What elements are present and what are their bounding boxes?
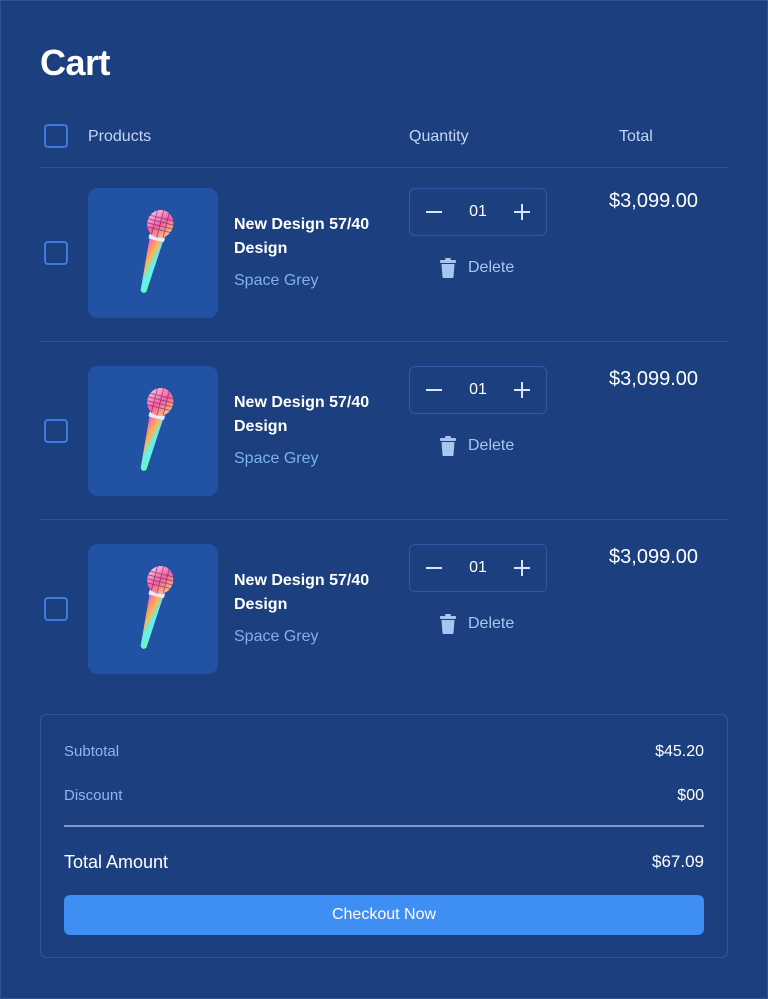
delete-item-button[interactable]: Delete — [440, 612, 514, 636]
cart-item-row: New Design 57/40 Design Space Grey 01 De… — [40, 524, 728, 698]
cart-item-row: New Design 57/40 Design Space Grey 01 De… — [40, 168, 728, 342]
products-column-header: Products — [88, 128, 152, 145]
quantity-stepper: 01 — [409, 188, 547, 236]
product-name[interactable]: New Design 57/40 Design — [234, 569, 404, 617]
delete-item-button[interactable]: Delete — [440, 256, 514, 280]
quantity-value[interactable]: 01 — [469, 559, 487, 577]
microphone-icon — [140, 565, 174, 649]
total-amount-label: Total Amount — [64, 852, 169, 872]
product-name[interactable]: New Design 57/40 Design — [234, 391, 404, 439]
total-column-header: Total — [619, 128, 653, 145]
trash-icon — [440, 436, 456, 456]
page-title: Cart — [40, 42, 111, 83]
item-total-price: $3,099.00 — [609, 368, 698, 390]
item-total-price: $3,099.00 — [609, 190, 698, 212]
increase-quantity-button[interactable] — [510, 378, 534, 402]
delete-label: Delete — [468, 615, 515, 632]
product-thumbnail — [88, 188, 218, 318]
order-summary: Subtotal $45.20 Discount $00 Total Amoun… — [40, 714, 728, 958]
plus-icon — [513, 204, 530, 220]
discount-label: Discount — [64, 787, 123, 804]
subtotal-label: Subtotal — [64, 743, 120, 760]
item-total-price: $3,099.00 — [609, 546, 698, 568]
summary-divider — [64, 825, 704, 827]
decrease-quantity-button[interactable] — [422, 200, 446, 224]
microphone-icon — [140, 387, 174, 471]
item-checkbox[interactable] — [44, 597, 68, 621]
decrease-quantity-button[interactable] — [422, 556, 446, 580]
cart-table-header: Products Quantity Total — [40, 116, 728, 168]
subtotal-value: $45.20 — [655, 743, 704, 760]
decrease-quantity-button[interactable] — [422, 378, 446, 402]
delete-label: Delete — [468, 437, 515, 454]
product-thumbnail — [88, 366, 218, 496]
minus-icon — [426, 567, 442, 569]
item-checkbox[interactable] — [44, 419, 68, 443]
plus-icon — [513, 382, 530, 398]
quantity-stepper: 01 — [409, 366, 547, 414]
delete-item-button[interactable]: Delete — [440, 434, 514, 458]
minus-icon — [426, 211, 442, 213]
product-variant: Space Grey — [234, 272, 319, 289]
product-variant: Space Grey — [234, 628, 319, 645]
product-thumbnail — [88, 544, 218, 674]
select-all-checkbox[interactable] — [44, 124, 68, 148]
plus-icon — [513, 560, 530, 576]
cart-item-row: New Design 57/40 Design Space Grey 01 De… — [40, 346, 728, 520]
quantity-value[interactable]: 01 — [469, 381, 487, 399]
microphone-icon — [140, 209, 174, 293]
checkout-button[interactable]: Checkout Now — [64, 895, 704, 935]
quantity-column-header: Quantity — [409, 128, 469, 145]
product-name[interactable]: New Design 57/40 Design — [234, 213, 404, 261]
trash-icon — [440, 614, 456, 634]
quantity-value[interactable]: 01 — [469, 203, 487, 221]
product-variant: Space Grey — [234, 450, 319, 467]
delete-label: Delete — [468, 259, 515, 276]
quantity-stepper: 01 — [409, 544, 547, 592]
item-checkbox[interactable] — [44, 241, 68, 265]
discount-value: $00 — [677, 787, 704, 804]
minus-icon — [426, 389, 442, 391]
increase-quantity-button[interactable] — [510, 200, 534, 224]
increase-quantity-button[interactable] — [510, 556, 534, 580]
trash-icon — [440, 258, 456, 278]
total-amount-value: $67.09 — [652, 852, 704, 871]
